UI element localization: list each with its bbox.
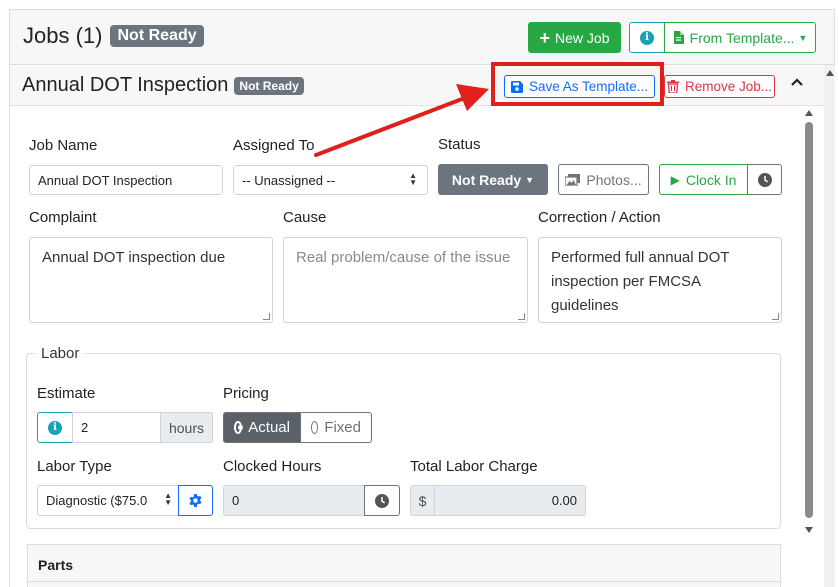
labor-legend: Labor xyxy=(35,345,86,362)
annotation-highlight-box xyxy=(491,62,664,106)
trash-icon xyxy=(666,80,679,93)
labor-type-label: Labor Type xyxy=(37,458,112,475)
assigned-to-select[interactable]: -- Unassigned -- ▲ ▼ xyxy=(233,165,428,195)
jobs-header: Jobs (1) Not Ready + New Job i From Temp… xyxy=(10,10,834,65)
resize-handle-icon[interactable] xyxy=(518,313,525,320)
cause-label: Cause xyxy=(283,209,327,226)
collapse-chevron-up-icon[interactable] xyxy=(790,74,804,92)
radio-checked-icon xyxy=(234,421,244,434)
complaint-textarea[interactable]: Annual DOT inspection due xyxy=(29,237,273,323)
info-icon: i xyxy=(48,420,62,435)
radio-unchecked-icon xyxy=(311,421,319,434)
correction-textarea[interactable]: Performed full annual DOT inspection per… xyxy=(538,237,782,323)
panel-scroll-down-icon[interactable] xyxy=(805,527,813,533)
job-title: Annual DOT Inspection Not Ready xyxy=(22,74,304,97)
job-status-badge: Not Ready xyxy=(234,76,304,95)
status-dropdown[interactable]: Not Ready ▼ xyxy=(438,164,548,195)
labor-type-select[interactable]: Diagnostic ($75.0 ▲ ▼ xyxy=(37,485,179,516)
panel-scroll-up-icon[interactable] xyxy=(805,110,813,116)
job-header: Annual DOT Inspection Not Ready Save As … xyxy=(10,66,825,106)
new-job-button[interactable]: + New Job xyxy=(528,22,621,53)
page-scrollbar[interactable] xyxy=(824,65,835,587)
estimate-label: Estimate xyxy=(37,385,96,402)
file-icon xyxy=(673,31,684,44)
plus-icon: + xyxy=(539,27,551,48)
clock-icon xyxy=(375,493,389,508)
from-template-dropdown[interactable]: From Template... ▼ xyxy=(664,22,816,53)
caret-down-icon: ▼ xyxy=(525,174,535,185)
estimate-input[interactable]: 2 xyxy=(72,412,161,443)
parts-divider xyxy=(27,581,781,582)
job-title-text: Annual DOT Inspection xyxy=(22,74,229,96)
jobs-status-badge: Not Ready xyxy=(110,25,204,47)
cause-textarea[interactable]: Real problem/cause of the issue xyxy=(283,237,528,323)
parts-title: Parts xyxy=(38,557,74,573)
resize-handle-icon[interactable] xyxy=(263,313,270,320)
job-name-label: Job Name xyxy=(29,137,98,154)
estimate-info-button[interactable]: i xyxy=(37,412,73,443)
template-info-button[interactable]: i xyxy=(629,22,665,53)
clock-in-button[interactable]: ▶ Clock In xyxy=(659,164,748,195)
panel-scrollbar-thumb[interactable] xyxy=(805,122,813,518)
play-icon: ▶ xyxy=(670,172,680,187)
photos-button[interactable]: Photos... xyxy=(558,164,649,195)
caret-down-icon: ▼ xyxy=(798,32,808,43)
resize-handle-icon[interactable] xyxy=(772,313,779,320)
correction-label: Correction / Action xyxy=(538,209,661,226)
pricing-option-fixed[interactable]: Fixed xyxy=(300,412,372,443)
clocked-hours-input: 0 xyxy=(223,485,365,516)
status-label: Status xyxy=(438,136,481,153)
page-scroll-up-icon[interactable] xyxy=(826,70,834,76)
jobs-title: Jobs (1) Not Ready xyxy=(23,23,204,49)
time-log-button[interactable] xyxy=(747,164,782,195)
info-icon: i xyxy=(640,30,654,45)
assigned-to-label: Assigned To xyxy=(233,137,315,154)
jobs-title-text: Jobs (1) xyxy=(23,23,103,48)
clocked-hours-label: Clocked Hours xyxy=(223,458,322,475)
select-arrows-icon: ▲ ▼ xyxy=(164,491,172,507)
clock-icon xyxy=(757,172,772,187)
remove-job-button[interactable]: Remove Job... xyxy=(664,75,775,98)
gear-icon xyxy=(189,493,202,508)
total-labor-charge-label: Total Labor Charge xyxy=(410,458,538,475)
image-icon xyxy=(565,173,581,186)
labor-type-settings-button[interactable] xyxy=(178,485,213,516)
select-arrows-icon: ▲ ▼ xyxy=(409,171,417,187)
currency-addon: $ xyxy=(410,485,435,516)
job-name-input[interactable]: Annual DOT Inspection xyxy=(29,165,223,195)
pricing-option-actual[interactable]: Actual xyxy=(223,412,301,443)
estimate-unit-addon: hours xyxy=(160,412,213,443)
pricing-label: Pricing xyxy=(223,385,269,402)
complaint-label: Complaint xyxy=(29,209,97,226)
total-labor-charge-input: 0.00 xyxy=(434,485,586,516)
clocked-hours-log-button[interactable] xyxy=(364,485,400,516)
